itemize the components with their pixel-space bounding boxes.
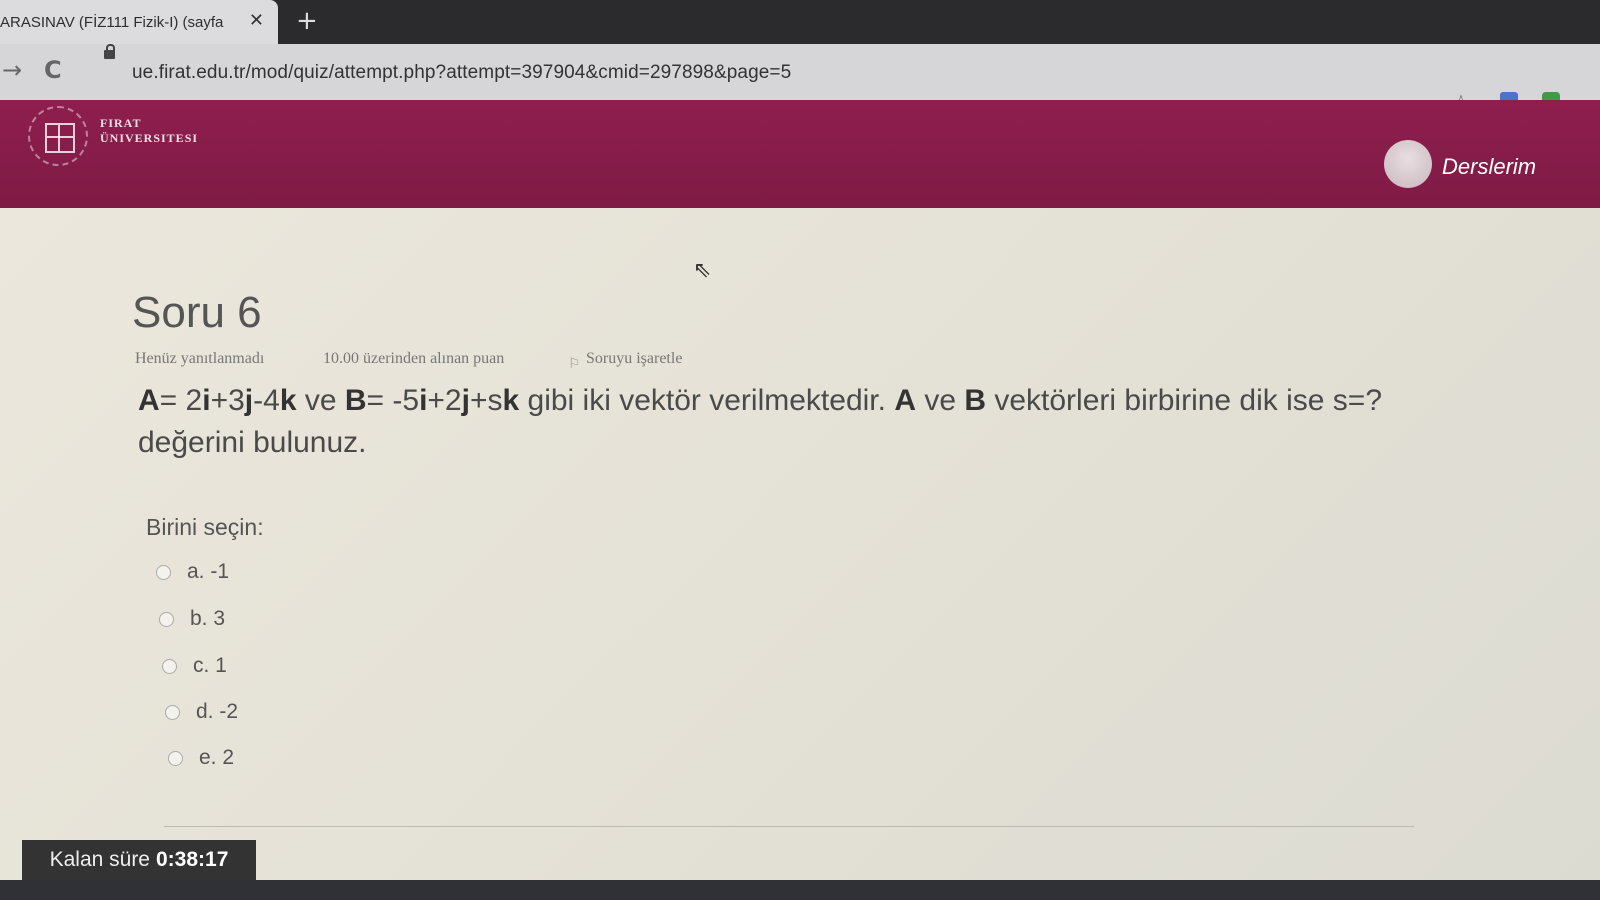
answer-option-c[interactable]: c. 1 [162, 654, 227, 678]
answer-option-label: e. 2 [199, 746, 235, 769]
flag-icon[interactable]: ⚐ [568, 356, 581, 372]
timer-value: 0:38:17 [156, 848, 229, 871]
question-points: 10.00 üzerinden alınan puan [323, 350, 505, 367]
new-tab-button[interactable]: + [296, 6, 318, 36]
radio-button-c[interactable] [162, 658, 177, 674]
divider [164, 826, 1414, 827]
answer-option-label: b. 3 [190, 607, 226, 630]
answer-option-a[interactable]: a. -1 [156, 560, 229, 584]
answer-option-label: a. -1 [187, 560, 230, 583]
remaining-time-badge: Kalan süre 0:38:17 [22, 840, 256, 880]
address-bar[interactable]: ue.firat.edu.tr/mod/quiz/attempt.php?att… [132, 62, 791, 84]
radio-button-a[interactable] [156, 564, 171, 580]
browser-tab-bar: ARASINAV (FİZ111 Fizik-I) (sayfa ✕ + [0, 0, 1600, 44]
question-title: Soru 6 [132, 288, 262, 337]
tab-title: ARASINAV (FİZ111 Fizik-I) (sayfa [0, 13, 224, 31]
answer-option-b[interactable]: b. 3 [159, 607, 225, 631]
taskbar [0, 880, 1600, 900]
answer-option-e[interactable]: e. 2 [168, 746, 234, 770]
university-name-line2: ÜNIVERSITESI [100, 131, 199, 145]
choose-one-label: Birini seçin: [146, 514, 264, 540]
browser-tab[interactable]: ARASINAV (FİZ111 Fizik-I) (sayfa ✕ [0, 0, 278, 44]
question-status: Henüz yanıtlanmadı [135, 350, 265, 367]
avatar[interactable] [1384, 140, 1432, 188]
mouse-cursor-icon: ⇖ [693, 258, 712, 283]
answer-option-label: d. -2 [196, 700, 239, 723]
courses-link[interactable]: Derslerim [1442, 154, 1536, 180]
radio-button-e[interactable] [168, 750, 183, 766]
timer-label: Kalan süre [49, 848, 150, 871]
flag-question-link[interactable]: Soruyu işaretle [586, 350, 682, 368]
logo-emblem-icon [45, 123, 75, 153]
reload-icon[interactable]: C [44, 56, 62, 84]
close-icon[interactable]: ✕ [249, 10, 264, 31]
answer-option-label: c. 1 [193, 654, 227, 677]
radio-button-b[interactable] [159, 611, 174, 627]
university-logo[interactable] [28, 106, 88, 166]
answer-option-d[interactable]: d. -2 [165, 700, 238, 724]
question-text: A= 2i+3j-4k ve B= -5i+2j+sk gibi iki vek… [138, 384, 1383, 459]
forward-icon[interactable]: → [2, 56, 22, 84]
university-name: FIRAT ÜNIVERSITESI [100, 116, 198, 146]
main-content: Soru 6 Henüz yanıtlanmadı 10.00 üzerinde… [0, 208, 1600, 900]
radio-button-d[interactable] [165, 704, 180, 720]
site-header: FIRAT ÜNIVERSITESI Derslerim [0, 100, 1600, 208]
lock-icon [104, 44, 115, 59]
university-name-line1: FIRAT [100, 116, 142, 130]
